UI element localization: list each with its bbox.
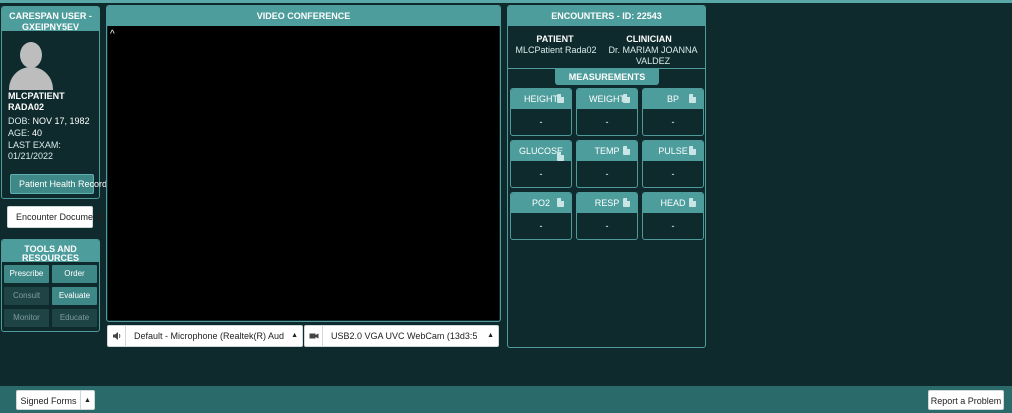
card-value: - [605, 169, 609, 179]
microphone-select-value: Default - Microphone (Realtek(R) Aud [134, 331, 285, 341]
order-button[interactable]: Order [52, 265, 97, 283]
dob-row: DOB: NOV 17, 1982 [8, 116, 100, 127]
camera-select[interactable]: USB2.0 VGA UVC WebCam (13d3:5 ▲ [304, 325, 499, 347]
card-label: RESP [594, 198, 620, 208]
card-label: WEIGHT [589, 94, 625, 104]
measurement-card-bp[interactable]: BP - [642, 88, 704, 136]
card-label: BP [666, 94, 679, 104]
prescribe-button[interactable]: Prescribe [4, 265, 49, 283]
educate-button[interactable]: Educate [52, 309, 97, 327]
tab-measurements[interactable]: MEASUREMENTS [555, 69, 659, 85]
top-accent-line [0, 0, 1012, 3]
camera-icon [305, 326, 323, 346]
document-icon [557, 94, 564, 103]
tools-panel: TOOLS AND RESOURCES Prescribe Order Cons… [1, 239, 100, 332]
age-label: AGE: [8, 128, 30, 138]
footer-bar [0, 386, 1012, 413]
card-label: PULSE [658, 146, 688, 156]
camera-select-value: USB2.0 VGA UVC WebCam (13d3:5 [331, 331, 478, 341]
age-row: AGE: 40 [8, 128, 100, 139]
measurement-card-temp[interactable]: TEMP - [576, 140, 638, 188]
card-value: - [671, 169, 675, 179]
card-label: TEMP [594, 146, 620, 156]
chevron-down-icon: ▲ [487, 332, 494, 339]
consult-button[interactable]: Consult [4, 287, 49, 305]
clinician-header: CLINICIAN [626, 34, 672, 44]
document-icon [623, 94, 630, 103]
speaker-icon [108, 326, 126, 346]
tools-title: TOOLS AND RESOURCES [2, 240, 99, 263]
clinician-value: Dr. MARIAM JOANNA VALDEZ [608, 45, 698, 66]
patient-name: MLCPATIENT RADA02 [8, 91, 65, 112]
card-value: - [671, 117, 675, 127]
report-problem-button[interactable]: Report a Problem [928, 390, 1004, 410]
avatar-body [9, 67, 53, 90]
document-icon [623, 198, 630, 207]
user-card: CARESPAN USER - GXEIPNY5EV MLCPATIENT RA… [1, 6, 107, 199]
measurement-card-head[interactable]: HEAD - [642, 192, 704, 240]
avatar-head [20, 42, 42, 68]
dob-label: DOB: [8, 116, 31, 126]
patient-header: PATIENT [536, 34, 574, 44]
last-exam-label: LAST EXAM: [8, 140, 61, 150]
signed-forms-button[interactable]: Signed Forms [16, 390, 81, 410]
card-value: - [605, 221, 609, 231]
card-value: - [605, 117, 609, 127]
last-exam-value: 01/21/2022 [8, 151, 54, 161]
evaluate-button[interactable]: Evaluate [52, 287, 97, 305]
measurement-card-resp[interactable]: RESP - [576, 192, 638, 240]
user-card-title: CARESPAN USER - GXEIPNY5EV [2, 7, 99, 32]
document-icon [557, 152, 564, 161]
card-value: - [671, 221, 675, 231]
signed-forms-dropdown-icon[interactable]: ▲ [81, 390, 95, 410]
document-icon [623, 146, 630, 155]
measurement-card-weight[interactable]: WEIGHT - [576, 88, 638, 136]
encounters-panel: ENCOUNTERS - ID: 22543 PATIENT CLINICIAN… [507, 5, 706, 348]
microphone-select[interactable]: Default - Microphone (Realtek(R) Aud ▲ [107, 325, 303, 347]
video-title: VIDEO CONFERENCE [107, 6, 500, 26]
monitor-button[interactable]: Monitor [4, 309, 49, 327]
collapse-caret-icon[interactable]: ^ [110, 29, 115, 40]
document-icon [689, 94, 696, 103]
dob-value: NOV 17, 1982 [32, 116, 90, 126]
avatar [8, 40, 53, 90]
document-icon [689, 198, 696, 207]
card-value: - [539, 221, 543, 231]
video-conference-panel: VIDEO CONFERENCE ^ [106, 5, 501, 322]
measurement-card-po2[interactable]: PO2 - [510, 192, 572, 240]
document-icon [557, 198, 564, 207]
patient-health-record-button[interactable]: Patient Health Record [10, 174, 107, 194]
card-value: - [539, 117, 543, 127]
card-label: HEIGHT [523, 94, 558, 104]
video-screen[interactable]: ^ [108, 26, 499, 320]
measurement-card-height[interactable]: HEIGHT - [510, 88, 572, 136]
card-value: - [539, 169, 543, 179]
document-icon [689, 146, 696, 155]
measurement-card-glucose[interactable]: GLUCOSE - [510, 140, 572, 188]
age-value: 40 [32, 128, 43, 138]
measurement-card-pulse[interactable]: PULSE - [642, 140, 704, 188]
chevron-down-icon: ▲ [291, 332, 298, 339]
encounters-title: ENCOUNTERS - ID: 22543 [508, 6, 705, 26]
encounter-documents-button[interactable]: Encounter Documents [7, 206, 105, 228]
card-label: HEAD [660, 198, 686, 208]
card-label: PO2 [531, 198, 550, 208]
patient-value: MLCPatient Rada02 [515, 45, 597, 55]
